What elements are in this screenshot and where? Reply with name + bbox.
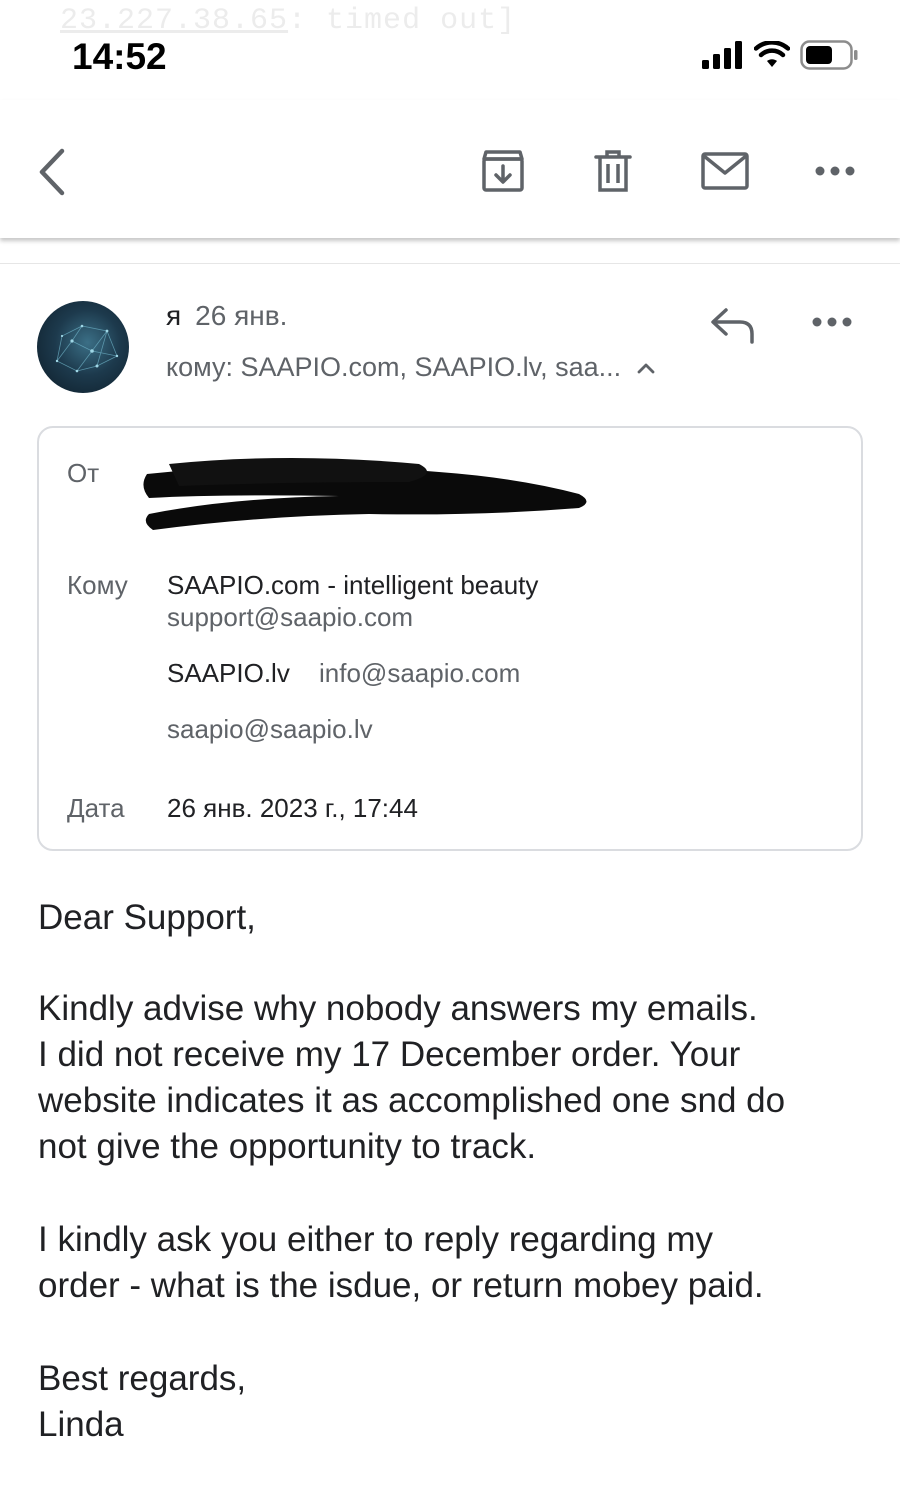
divider bbox=[0, 263, 900, 264]
archive-button[interactable] bbox=[476, 148, 530, 198]
recipients-toggle[interactable]: кому: SAAPIO.com, SAAPIO.lv, saa... bbox=[166, 352, 655, 383]
from-label: От bbox=[67, 458, 100, 488]
recipient-email[interactable]: saapio@saapio.lv bbox=[167, 714, 373, 745]
recipient-name: SAAPIO.com - intelligent beauty bbox=[167, 570, 539, 600]
chevron-up-icon bbox=[637, 362, 655, 374]
more-button[interactable] bbox=[810, 158, 860, 188]
background-ghost-text: 23.227.38.65: timed out] bbox=[60, 4, 516, 38]
mark-unread-button[interactable] bbox=[698, 150, 752, 196]
body-line: order - what is the isdue, or return mob… bbox=[38, 1266, 764, 1305]
top-toolbar bbox=[0, 100, 900, 238]
sender-line: я 26 янв. bbox=[166, 300, 287, 332]
ghost-rest: : timed out] bbox=[288, 4, 517, 38]
ghost-ip: 23.227.38.65 bbox=[60, 4, 289, 38]
recipient-email[interactable]: info@saapio.com bbox=[319, 658, 520, 689]
mail-icon bbox=[701, 151, 749, 195]
archive-icon bbox=[481, 149, 525, 198]
body-greeting: Dear Support, bbox=[38, 898, 256, 937]
reply-icon bbox=[708, 308, 758, 350]
body-signature: Linda bbox=[38, 1405, 124, 1444]
date-label: Дата bbox=[67, 793, 125, 823]
recipients-summary: кому: SAAPIO.com, SAAPIO.lv, saa... bbox=[166, 352, 622, 382]
body-line: Kindly advise why nobody answers my emai… bbox=[38, 989, 758, 1028]
body-closing: Best regards, bbox=[38, 1359, 247, 1398]
signal-icon bbox=[702, 41, 744, 74]
body-line: I did not receive my 17 December order. … bbox=[38, 1035, 741, 1074]
delete-button[interactable] bbox=[588, 148, 638, 198]
back-icon bbox=[36, 148, 68, 201]
trash-icon bbox=[594, 149, 632, 198]
status-time: 14:52 bbox=[72, 36, 167, 77]
body-line: website indicates it as accomplished one… bbox=[38, 1081, 786, 1120]
to-label: Кому bbox=[67, 570, 128, 600]
recipient-name: SAAPIO.lv bbox=[167, 658, 290, 688]
wifi-icon bbox=[753, 40, 791, 74]
avatar[interactable] bbox=[37, 301, 129, 393]
battery-icon bbox=[800, 40, 858, 75]
date-value: 26 янв. 2023 г., 17:44 bbox=[167, 793, 418, 823]
message-date: 26 янв. bbox=[195, 300, 288, 331]
status-icons bbox=[702, 40, 858, 75]
redacted-sender bbox=[139, 442, 599, 542]
back-button[interactable] bbox=[30, 144, 74, 204]
reply-button[interactable] bbox=[708, 306, 758, 351]
message-more-button[interactable] bbox=[812, 315, 852, 333]
body-line: I kindly ask you either to reply regardi… bbox=[38, 1220, 714, 1259]
more-horizontal-icon bbox=[815, 164, 855, 182]
message-details-card: От Кому SAAPIO.com - intelligent beauty … bbox=[37, 426, 863, 851]
sender-name: я bbox=[166, 300, 182, 331]
more-horizontal-icon bbox=[812, 315, 852, 332]
recipient-email[interactable]: support@saapio.com bbox=[167, 602, 413, 633]
body-line: not give the opportunity to track. bbox=[38, 1127, 537, 1166]
avatar-network-image bbox=[55, 324, 119, 373]
